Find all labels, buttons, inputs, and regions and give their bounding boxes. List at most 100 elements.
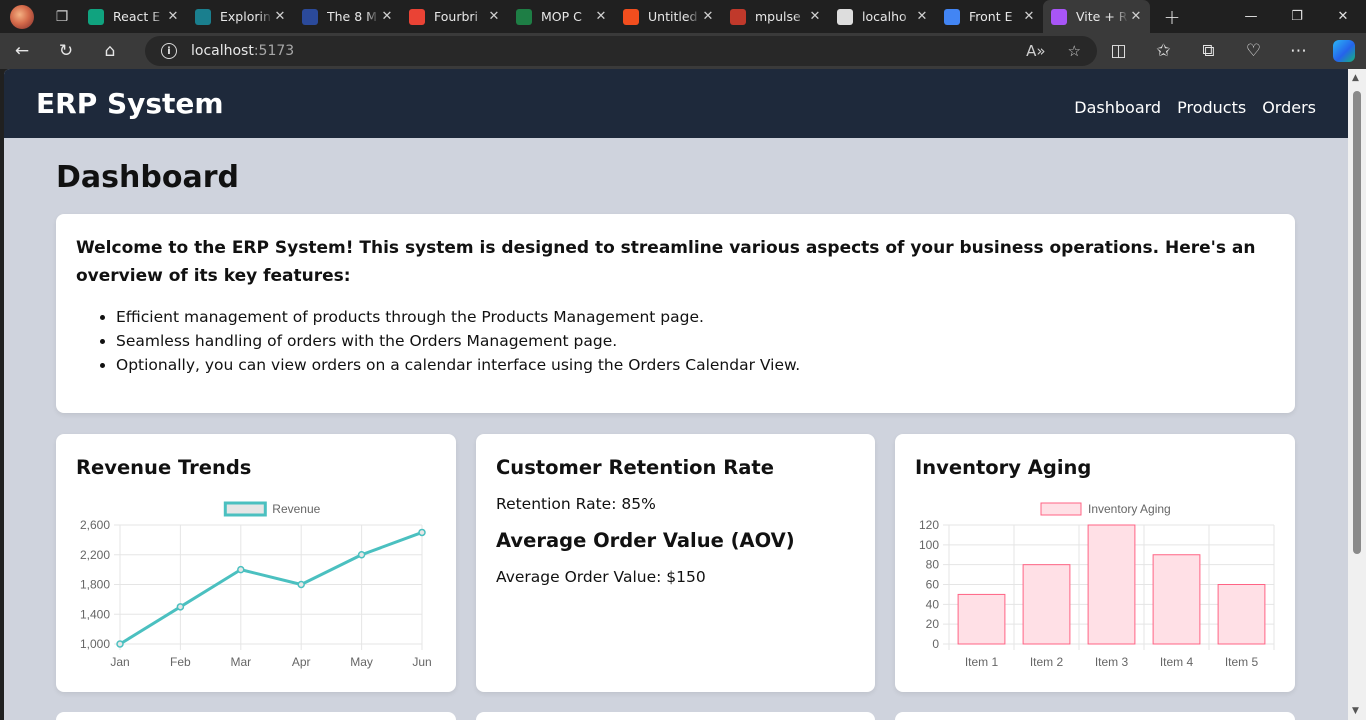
restore-icon[interactable]: ❐ <box>1274 0 1320 33</box>
data-point <box>418 528 426 537</box>
x-tick-label: Mar <box>230 655 251 669</box>
address-host: localhost <box>191 43 254 59</box>
tab-favicon-icon <box>730 8 746 25</box>
tab-close-icon[interactable]: ✕ <box>700 9 716 24</box>
y-tick-label: 120 <box>919 518 939 532</box>
tab-close-icon[interactable]: ✕ <box>593 9 609 24</box>
browser-tab[interactable]: Fourbri ✕ <box>401 0 508 33</box>
x-tick-label: Apr <box>292 655 311 669</box>
y-tick-label: 2,200 <box>80 548 110 562</box>
site-info-icon[interactable]: i <box>161 43 177 59</box>
tab-label: MOP C <box>541 9 582 24</box>
feature-list: Efficient management of products through… <box>76 305 1275 377</box>
y-tick-label: 40 <box>926 597 940 611</box>
workspaces-icon[interactable]: ❐ <box>44 0 80 33</box>
scroll-down-arrow-icon[interactable]: ▼ <box>1352 706 1359 716</box>
app-header: ERP System Dashboard Products Orders <box>4 69 1348 138</box>
customer-retention-card: Customer Retention Rate Retention Rate: … <box>476 434 875 692</box>
back-arrow-icon[interactable]: ← <box>0 33 44 69</box>
inventory-aging-card: Inventory Aging Inventory Aging 0 20 40 60 80… <box>895 434 1295 692</box>
card-title: Customer Retention Rate <box>496 456 774 479</box>
bar <box>957 593 1006 645</box>
tab-close-icon[interactable]: ✕ <box>914 9 930 24</box>
browser-tab[interactable]: MOP C ✕ <box>508 0 615 33</box>
browser-tab[interactable]: Vite + R ✕ <box>1043 0 1150 33</box>
browser-tab[interactable]: Front E ✕ <box>936 0 1043 33</box>
minimize-icon[interactable]: — <box>1228 0 1274 33</box>
y-tick-label: 1,000 <box>80 637 110 651</box>
browser-essentials-icon[interactable]: ♡ <box>1231 33 1276 69</box>
inventory-bar-chart: Inventory Aging 0 20 40 60 80 100 120 Item 1 Item… <box>919 502 1275 669</box>
tab-favicon-icon <box>409 8 425 25</box>
tab-close-icon[interactable]: ✕ <box>165 9 181 24</box>
list-item: Optionally, you can view orders on a cal… <box>116 353 1275 377</box>
close-icon[interactable]: ✕ <box>1320 0 1366 33</box>
scrollbar-thumb[interactable] <box>1353 91 1361 554</box>
tab-close-icon[interactable]: ✕ <box>379 9 395 24</box>
tab-close-icon[interactable]: ✕ <box>486 9 502 24</box>
new-tab-button[interactable]: + <box>1150 0 1194 33</box>
split-screen-icon[interactable]: ◫ <box>1096 33 1141 69</box>
x-tick-label: Jun <box>412 655 431 669</box>
y-tick-label: 1,800 <box>80 578 110 592</box>
browser-tab[interactable]: Untitled ✕ <box>615 0 722 33</box>
legend-label: Revenue <box>272 502 320 516</box>
tab-label: mpulse <box>755 9 801 24</box>
revenue-line-chart: Revenue 1,000 1,400 1,800 2,200 2,600 Jan Feb Ma… <box>80 501 432 669</box>
favorite-star-icon[interactable]: ☆ <box>1068 42 1081 60</box>
tab-label: React E <box>113 9 161 24</box>
address-bar[interactable]: i localhost:5173 A» ☆ <box>145 36 1097 66</box>
tab-close-icon[interactable]: ✕ <box>272 9 288 24</box>
tab-label: Front E <box>969 9 1013 24</box>
page-viewport: ERP System Dashboard Products Orders Das… <box>4 69 1348 720</box>
refresh-icon[interactable]: ↻ <box>44 33 88 69</box>
more-menu-icon[interactable]: ⋯ <box>1276 33 1321 69</box>
data-point <box>176 603 185 611</box>
page-scrollbar[interactable]: ▲ ▼ <box>1348 69 1366 720</box>
tab-favicon-icon <box>195 8 211 25</box>
tab-label: localho <box>862 9 907 24</box>
y-tick-label: 2,600 <box>80 518 110 532</box>
x-tick-label: Jan <box>110 655 129 669</box>
x-tick-label: Item 2 <box>1030 655 1064 669</box>
retention-rate-text: Retention Rate: 85% <box>496 495 656 513</box>
scroll-up-arrow-icon[interactable]: ▲ <box>1352 73 1359 83</box>
nav-products[interactable]: Products <box>1177 98 1246 117</box>
nav-orders[interactable]: Orders <box>1262 98 1316 117</box>
x-tick-label: May <box>350 655 373 669</box>
data-point <box>116 640 124 648</box>
y-tick-label: 20 <box>926 617 940 631</box>
browser-tab[interactable]: mpulse ✕ <box>722 0 829 33</box>
browser-tab[interactable]: React E ✕ <box>80 0 187 33</box>
browser-tab[interactable]: The 8 M ✕ <box>294 0 401 33</box>
card-title: Revenue Trends <box>76 456 252 479</box>
window-controls: — ❐ ✕ <box>1228 0 1366 33</box>
browser-toolbar: ← ↻ ⌂ i localhost:5173 A» ☆ ◫ ✩ ⧉ ♡ ⋯ <box>0 33 1366 69</box>
card-partial <box>56 712 456 720</box>
tab-close-icon[interactable]: ✕ <box>1021 9 1037 24</box>
y-tick-label: 100 <box>919 538 939 552</box>
x-tick-label: Item 4 <box>1160 655 1194 669</box>
copilot-icon[interactable] <box>1321 33 1366 69</box>
tab-label: Explorin <box>220 9 271 24</box>
y-tick-label: 1,400 <box>80 607 110 621</box>
collections-icon[interactable]: ⧉ <box>1186 33 1231 69</box>
browser-tab[interactable]: localho ✕ <box>829 0 936 33</box>
favorites-icon[interactable]: ✩ <box>1141 33 1186 69</box>
read-aloud-icon[interactable]: A» <box>1026 42 1045 60</box>
browser-tab[interactable]: Explorin ✕ <box>187 0 294 33</box>
legend-swatch <box>1040 502 1082 516</box>
y-tick-label: 0 <box>932 637 939 651</box>
revenue-trends-card: Revenue Trends Revenue 1,000 1,400 1,800 2,2… <box>56 434 456 692</box>
data-point <box>237 565 245 574</box>
y-tick-label: 80 <box>926 558 940 572</box>
profile-button[interactable] <box>0 0 44 33</box>
tab-favicon-icon <box>516 8 532 25</box>
home-icon[interactable]: ⌂ <box>88 33 132 69</box>
tab-strip: React E ✕ Explorin ✕ The 8 M ✕ Fourbri ✕ MOP C ✕ U… <box>80 0 1150 33</box>
nav-dashboard[interactable]: Dashboard <box>1074 98 1161 117</box>
brand-title: ERP System <box>36 87 224 120</box>
tab-label: The 8 M <box>327 9 377 24</box>
tab-close-icon[interactable]: ✕ <box>807 9 823 24</box>
tab-close-icon[interactable]: ✕ <box>1128 9 1144 24</box>
